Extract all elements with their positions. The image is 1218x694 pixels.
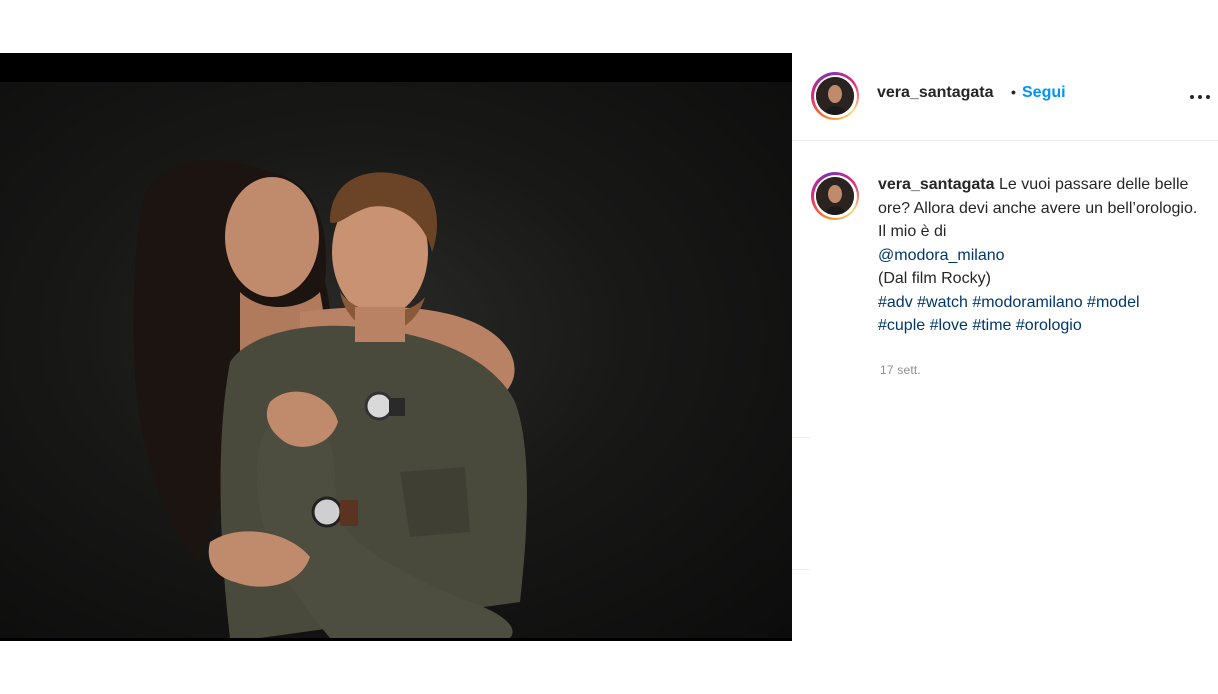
hashtag-link[interactable]: #adv bbox=[878, 294, 913, 311]
avatar-border bbox=[813, 74, 857, 118]
caption-username[interactable]: vera_santagata bbox=[878, 176, 995, 193]
caption: vera_santagata Le vuoi passare delle bel… bbox=[878, 173, 1208, 338]
avatar-photo bbox=[816, 177, 854, 215]
post-timestamp[interactable]: 17 sett. bbox=[880, 363, 921, 377]
caption-avatar[interactable] bbox=[811, 172, 859, 220]
hashtag-link[interactable]: #modoramilano bbox=[972, 294, 1082, 311]
divider bbox=[792, 569, 810, 570]
post-image[interactable] bbox=[0, 53, 792, 641]
caption-text-2: (Dal film Rocky) bbox=[878, 270, 991, 287]
follow-button[interactable]: Segui bbox=[1022, 84, 1066, 102]
hashtag-link[interactable]: #model bbox=[1087, 294, 1139, 311]
hashtag-link[interactable]: #time bbox=[972, 317, 1011, 334]
avatar-photo bbox=[816, 77, 854, 115]
mention-link[interactable]: @modora_milano bbox=[878, 247, 1005, 264]
header-username[interactable]: vera_santagata bbox=[877, 84, 994, 102]
hashtag-link[interactable]: #watch bbox=[917, 294, 968, 311]
divider bbox=[792, 437, 810, 438]
post-header: vera_santagata • Segui bbox=[792, 53, 1218, 141]
post-photo bbox=[0, 82, 792, 638]
post-panel: vera_santagata • Segui vera_santagata Le… bbox=[792, 53, 1218, 641]
hashtag-link[interactable]: #cuple bbox=[878, 317, 925, 334]
hashtag-link[interactable]: #orologio bbox=[1016, 317, 1082, 334]
more-horizontal-icon[interactable] bbox=[1188, 87, 1212, 107]
hashtag-link[interactable]: #love bbox=[930, 317, 968, 334]
avatar[interactable] bbox=[811, 72, 859, 120]
avatar-border bbox=[813, 174, 857, 218]
separator-dot: • bbox=[1011, 84, 1016, 100]
